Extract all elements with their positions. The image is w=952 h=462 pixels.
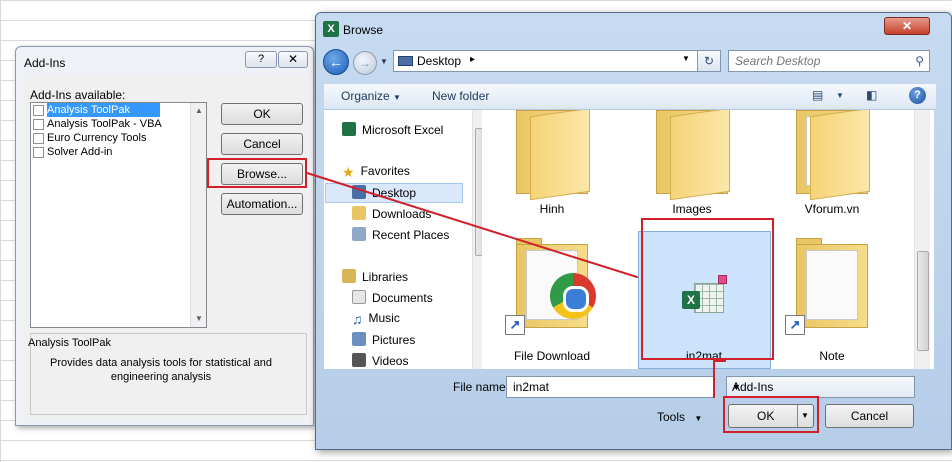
grid-column-line [0,0,1,462]
nav-item-documents[interactable]: Documents [352,290,433,305]
description-title: Analysis ToolPak [28,337,111,349]
folder-icon[interactable] [512,110,592,201]
forward-arrow-icon[interactable]: → [353,51,377,75]
add-in-checkbox[interactable] [33,104,44,116]
desktop-icon [398,56,413,66]
highlight-browse-button [207,158,307,188]
add-ins-dialog: Add-Ins ? ✕ Add-Ins available: Analysis … [15,46,314,426]
folder-icon[interactable] [652,110,732,201]
file-label[interactable]: Vforum.vn [767,202,897,216]
add-in-checkbox[interactable] [33,132,44,144]
command-toolbar: Organize ▼ New folder ▤ ▼ ◧ ? [324,83,936,110]
view-options-icon[interactable]: ▤ [812,88,823,102]
nav-item-recent-places[interactable]: Recent Places [352,227,449,242]
chevron-down-icon: ▼ [694,414,703,423]
file-label[interactable]: Hinh [487,202,617,216]
back-arrow-icon[interactable]: ← [323,49,349,75]
chevron-down-icon[interactable]: ▼ [836,91,844,100]
organize-label: Organize [341,89,390,103]
excel-icon: X [323,21,339,37]
tools-menu[interactable]: Tools ▼ [657,410,702,424]
add-ins-available-label: Add-Ins available: [30,88,126,102]
cancel-button[interactable]: Cancel [825,404,914,428]
file-name-field[interactable] [506,376,715,398]
cancel-button[interactable]: Cancel [221,133,303,155]
pictures-icon [352,332,366,346]
file-list-scrollbar[interactable] [914,110,930,369]
star-icon: ★ [342,164,355,180]
description-text: Provides data analysis tools for statist… [50,357,272,383]
nav-item-libraries[interactable]: Libraries [342,269,408,284]
navigation-pane: Microsoft Excel ★ Favorites Desktop Downl… [324,110,488,369]
chrome-icon [550,273,596,319]
list-item[interactable]: Euro Currency Tools [31,131,206,145]
callout-connector [713,360,726,362]
help-icon[interactable]: ? [909,87,926,104]
list-item[interactable]: Analysis ToolPak [31,103,206,117]
file-type-select[interactable]: Add-Ins ▼ [726,376,915,398]
nav-item-videos[interactable]: Videos [352,353,408,368]
organize-menu[interactable]: Organize ▼ [341,89,401,103]
recent-places-icon [352,227,366,241]
nav-item-pictures[interactable]: Pictures [352,332,415,347]
dialog-title: Add-Ins [24,56,66,70]
list-item-label: Euro Currency Tools [47,132,147,144]
list-item-label: Analysis ToolPak [47,103,160,117]
highlight-in2mat-file [641,218,774,360]
dialog-title: Browse [343,23,384,37]
ok-button[interactable]: OK [221,103,303,125]
list-item[interactable]: Solver Add-in [31,145,206,159]
automation-button[interactable]: Automation... [221,193,303,215]
search-icon[interactable]: ⚲ [915,54,924,68]
refresh-icon[interactable]: ↻ [697,50,721,72]
nav-item-microsoft-excel[interactable]: Microsoft Excel [342,122,443,137]
file-name-label: File name: [453,380,510,394]
scroll-up-icon[interactable]: ▲ [191,103,207,119]
address-bar[interactable]: Desktop ▸ [393,50,705,72]
list-item-label: Analysis ToolPak - VBA [47,118,162,130]
callout-connector [713,360,715,398]
chevron-down-icon[interactable]: ▼ [380,57,388,66]
address-location[interactable]: Desktop [417,54,461,68]
file-scroll-thumb[interactable] [917,251,929,351]
nav-item-music[interactable]: ♫ Music [352,311,400,327]
nav-item-favorites[interactable]: ★ Favorites [342,164,410,180]
tools-label: Tools [657,410,686,424]
downloads-folder-icon [352,206,366,220]
add-in-checkbox[interactable] [33,118,44,130]
list-scrollbar[interactable]: ▲ ▼ [190,103,206,327]
preview-pane-icon[interactable]: ◧ [866,88,877,102]
browse-dialog: X Browse ✕ ← → ▼ Desktop ▸ ▼ ↻ ⚲ Organiz… [315,12,952,450]
videos-icon [352,353,366,367]
file-name-input[interactable] [507,377,707,397]
chevron-down-icon: ▼ [732,382,741,392]
shortcut-arrow-icon: ↗ [785,315,805,335]
search-field[interactable]: ⚲ [728,50,930,72]
file-label[interactable]: Note [767,349,897,363]
shortcut-arrow-icon: ↗ [505,315,525,335]
close-button[interactable]: ✕ [278,51,308,68]
add-in-checkbox[interactable] [33,146,44,158]
help-button[interactable]: ? [245,51,277,68]
chevron-down-icon: ▼ [393,93,401,102]
list-item[interactable]: Analysis ToolPak - VBA [31,117,206,131]
list-item-label: Solver Add-in [47,146,113,158]
chevron-down-icon[interactable]: ▼ [682,54,690,63]
excel-icon [342,122,356,136]
add-ins-list[interactable]: Analysis ToolPak Analysis ToolPak - VBA … [30,102,207,328]
highlight-ok-button [723,396,819,433]
chevron-right-icon[interactable]: ▸ [470,54,475,65]
music-icon: ♫ [352,311,363,327]
libraries-icon [342,269,356,283]
close-button[interactable]: ✕ [884,17,930,35]
new-folder-button[interactable]: New folder [432,89,489,103]
scroll-down-icon[interactable]: ▼ [191,311,207,327]
file-label[interactable]: Images [627,202,757,216]
search-input[interactable] [729,51,904,71]
folder-icon[interactable] [792,110,872,201]
file-label[interactable]: File Download [487,349,617,363]
documents-icon [352,290,366,304]
